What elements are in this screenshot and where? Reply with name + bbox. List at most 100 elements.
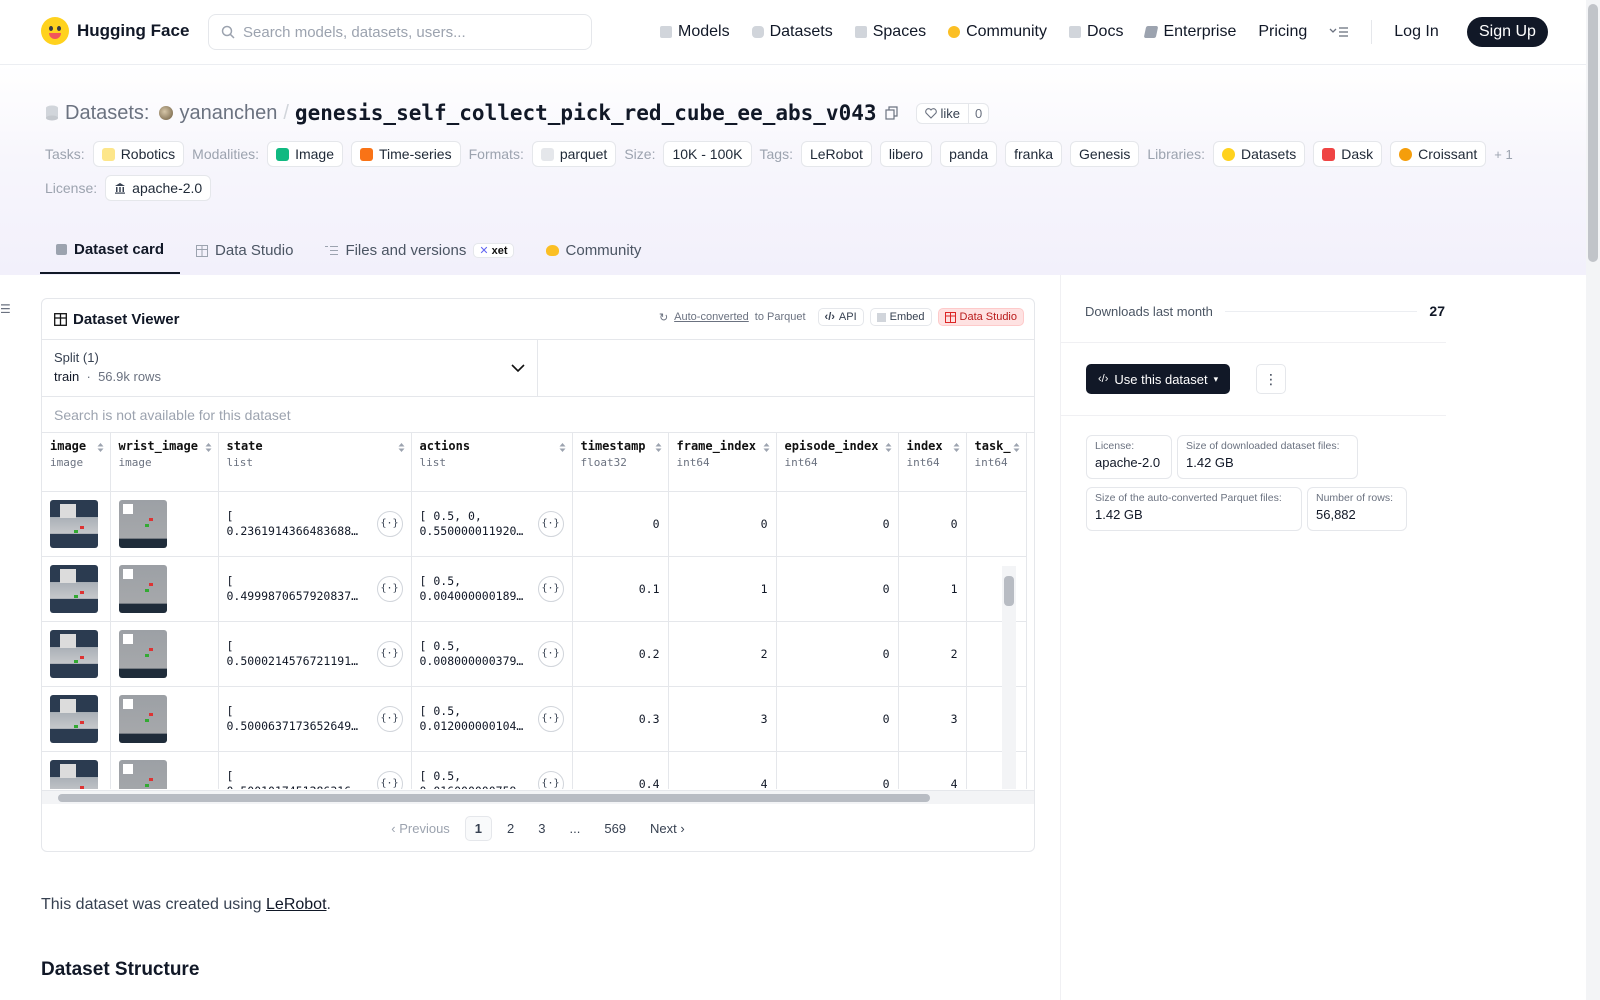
api-button[interactable]: ‹/› API xyxy=(817,308,864,326)
wrist-image-thumbnail[interactable] xyxy=(118,759,167,789)
scroll-thumb[interactable] xyxy=(1004,576,1014,606)
cell-wrist-image[interactable] xyxy=(110,556,219,622)
column-header-timestamp[interactable]: timestamp float32 xyxy=(572,433,669,492)
size-tag[interactable]: 10K - 100K xyxy=(663,141,752,167)
image-thumbnail[interactable] xyxy=(50,694,98,743)
expand-json-icon[interactable]: {·} xyxy=(537,575,564,602)
wrist-image-thumbnail[interactable] xyxy=(118,564,167,613)
page-button-1[interactable]: 1 xyxy=(464,815,493,841)
table-vertical-scrollbar[interactable] xyxy=(1002,566,1016,789)
column-header-episode-index[interactable]: episode_index int64 xyxy=(776,433,899,492)
scroll-thumb[interactable] xyxy=(58,794,930,802)
task-tag-robotics[interactable]: Robotics xyxy=(92,141,185,167)
tab-data-studio[interactable]: Data Studio xyxy=(180,228,309,274)
cell-wrist-image[interactable] xyxy=(110,686,219,752)
data-studio-button[interactable]: Data Studio xyxy=(937,308,1024,326)
tag-franka[interactable]: franka xyxy=(1005,141,1063,167)
modality-tag-image[interactable]: Image xyxy=(267,141,343,167)
image-thumbnail[interactable] xyxy=(50,629,98,678)
image-thumbnail[interactable] xyxy=(50,564,98,613)
sort-icon[interactable] xyxy=(205,442,212,453)
repo-owner-link[interactable]: yananchen xyxy=(179,102,277,125)
sort-icon[interactable] xyxy=(97,442,104,453)
column-header-index[interactable]: index int64 xyxy=(898,433,967,492)
image-thumbnail[interactable] xyxy=(50,499,98,548)
cell-wrist-image[interactable] xyxy=(110,491,219,557)
previous-page-button[interactable]: ‹ Previous xyxy=(382,817,459,840)
sidebar-toggle-icon[interactable]: ☰ xyxy=(0,302,11,316)
expand-json-icon[interactable]: {·} xyxy=(376,640,403,667)
like-button[interactable]: like 0 xyxy=(915,102,990,124)
library-tag-datasets[interactable]: Datasets xyxy=(1212,141,1306,167)
nav-pricing[interactable]: Pricing xyxy=(1258,23,1307,41)
tag-panda[interactable]: panda xyxy=(940,141,998,167)
format-tag-parquet[interactable]: parquet xyxy=(531,141,617,167)
cell-actions[interactable]: [ 0.5, 0.008000000379… {·} xyxy=(411,621,573,687)
column-header-actions[interactable]: actions list xyxy=(411,433,573,492)
sort-icon[interactable] xyxy=(885,442,892,453)
column-header-frame-index[interactable]: frame_index int64 xyxy=(668,433,777,492)
cell-state[interactable]: [0.2361914366483688… {·} xyxy=(218,491,412,557)
next-page-button[interactable]: Next › xyxy=(641,817,694,840)
library-tag-dask[interactable]: Dask xyxy=(1313,141,1383,167)
wrist-image-thumbnail[interactable] xyxy=(118,629,167,678)
sort-icon[interactable] xyxy=(655,442,662,453)
page-scrollbar[interactable] xyxy=(1586,0,1600,1000)
split-dropdown[interactable]: Split (1) train · 56.9k rows xyxy=(42,340,538,396)
global-search-input[interactable]: Search models, datasets, users... xyxy=(208,14,592,50)
table-horizontal-scrollbar[interactable] xyxy=(42,790,1034,804)
login-link[interactable]: Log In xyxy=(1394,23,1438,41)
cell-image[interactable] xyxy=(42,751,111,789)
cell-image[interactable] xyxy=(42,621,111,687)
signup-button[interactable]: Sign Up xyxy=(1467,17,1548,47)
cell-actions[interactable]: [ 0.5, 0.004000000189… {·} xyxy=(411,556,573,622)
sort-icon[interactable] xyxy=(398,442,405,453)
tag-lerobot[interactable]: LeRobot xyxy=(800,141,872,167)
library-tag-croissant[interactable]: Croissant xyxy=(1390,141,1487,167)
column-header-image[interactable]: image image xyxy=(42,433,111,492)
table-row[interactable]: [0.2361914366483688… {·}[ 0.5, 0, 0.550000… xyxy=(42,491,1027,557)
nav-docs[interactable]: Docs xyxy=(1069,23,1123,41)
expand-json-icon[interactable]: {·} xyxy=(537,510,564,537)
sort-icon[interactable] xyxy=(953,442,960,453)
nav-datasets[interactable]: Datasets xyxy=(751,23,833,41)
home-logo-link[interactable]: Hugging Face xyxy=(41,17,189,45)
cell-wrist-image[interactable] xyxy=(110,751,219,789)
repo-name[interactable]: genesis_self_collect_pick_red_cube_ee_ab… xyxy=(295,101,877,125)
cell-actions[interactable]: [ 0.5, 0.012000000104… {·} xyxy=(411,686,573,752)
expand-json-icon[interactable]: {·} xyxy=(376,575,403,602)
image-thumbnail[interactable] xyxy=(50,759,98,789)
cell-image[interactable] xyxy=(42,556,111,622)
tag-genesis[interactable]: Genesis xyxy=(1070,141,1140,167)
lerobot-link[interactable]: LeRobot xyxy=(266,896,327,913)
cell-state[interactable]: [0.4999870657920837… {·} xyxy=(218,556,412,622)
table-row[interactable]: [0.5001017451286316…{·}[ 0.5,0.016000000… xyxy=(42,751,1027,789)
column-header-task-[interactable]: task_ int64 xyxy=(966,433,1027,492)
page-button-3[interactable]: 3 xyxy=(529,817,554,840)
table-row[interactable]: [0.5000214576721191… {·}[ 0.5, 0.008000000… xyxy=(42,621,1027,687)
wrist-image-thumbnail[interactable] xyxy=(118,499,167,548)
sort-icon[interactable] xyxy=(763,442,770,453)
page-scroll-thumb[interactable] xyxy=(1588,4,1598,262)
modality-tag-timeseries[interactable]: Time-series xyxy=(351,141,461,167)
cell-actions[interactable]: [ 0.5,0.016000000759… {·} xyxy=(411,751,573,789)
expand-json-icon[interactable]: {·} xyxy=(537,640,564,667)
cell-actions[interactable]: [ 0.5, 0, 0.550000011920… {·} xyxy=(411,491,573,557)
tab-dataset-card[interactable]: Dataset card xyxy=(40,228,181,274)
use-this-dataset-button[interactable]: ‹/› Use this dataset ▾ xyxy=(1086,364,1231,394)
embed-button[interactable]: Embed xyxy=(869,308,932,326)
section-label[interactable]: Datasets: xyxy=(65,102,149,125)
expand-json-icon[interactable]: {·} xyxy=(537,770,564,789)
license-tag[interactable]: apache-2.0 xyxy=(105,175,212,201)
expand-json-icon[interactable]: {·} xyxy=(376,705,403,732)
table-row[interactable]: [0.5000637173652649… {·}[ 0.5, 0.012000000… xyxy=(42,686,1027,752)
copy-icon[interactable] xyxy=(884,106,898,120)
sort-icon[interactable] xyxy=(559,442,566,453)
cell-state[interactable]: [0.5000637173652649… {·} xyxy=(218,686,412,752)
sort-icon[interactable] xyxy=(1013,442,1020,453)
nav-enterprise[interactable]: Enterprise xyxy=(1144,23,1236,41)
more-options-button[interactable]: ⋮ xyxy=(1256,364,1286,394)
nav-more-menu[interactable] xyxy=(1329,26,1349,38)
cell-state[interactable]: [0.5001017451286316… {·} xyxy=(218,751,412,789)
table-row[interactable]: [0.4999870657920837… {·}[ 0.5, 0.004000000… xyxy=(42,556,1027,622)
